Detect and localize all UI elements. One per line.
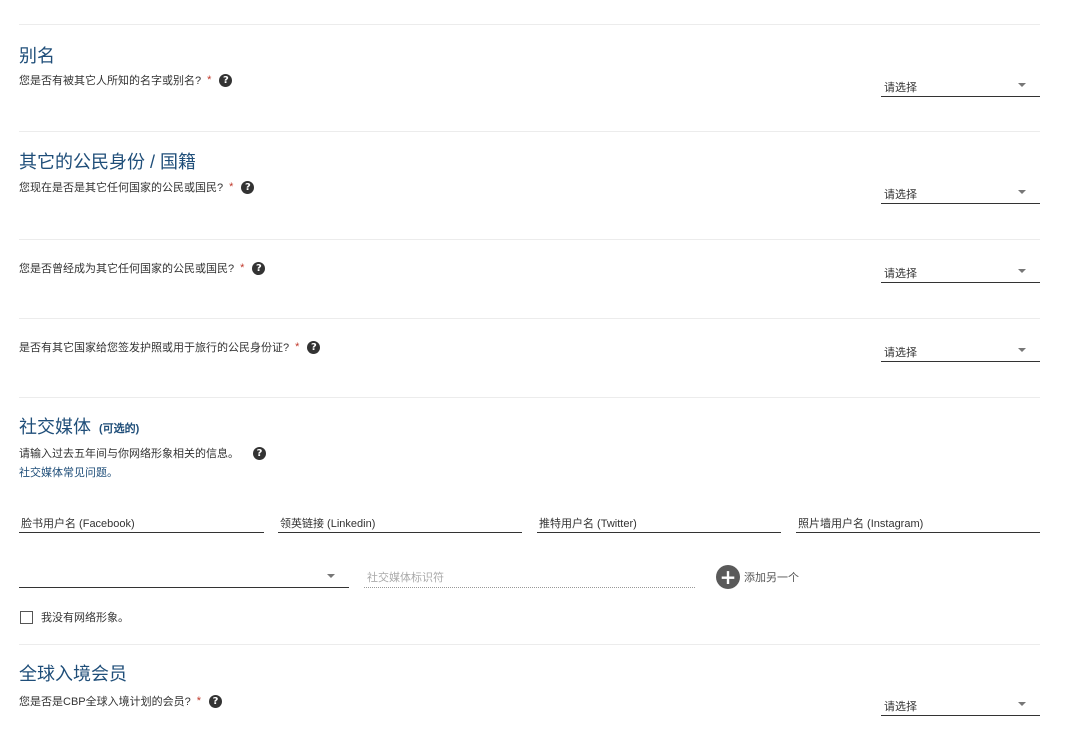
field-label: 脸书用户名 (Facebook) <box>21 518 135 530</box>
help-icon[interactable]: ? <box>219 73 233 87</box>
select-passport[interactable]: 请选择 <box>881 340 1040 362</box>
question-passport: 是否有其它国家给您签发护照或用于旅行的公民身份证? * ? <box>19 339 321 355</box>
divider-q3 <box>19 397 1040 398</box>
social-media-description: 请输入过去五年间与你网络形象相关的信息。 ? <box>19 445 266 461</box>
divider-aliases <box>19 131 1040 132</box>
no-online-presence-row: 我没有网络形象。 <box>20 609 129 625</box>
help-icon[interactable]: ? <box>241 180 255 194</box>
identifier-placeholder: 社交媒体标识符 <box>367 572 444 584</box>
question-text: 您是否曾经成为其它任何国家的公民或国民? <box>19 263 235 275</box>
section-title-text: 社交媒体 <box>19 417 91 437</box>
question-former-citizen: 您是否曾经成为其它任何国家的公民或国民? * ? <box>19 260 266 276</box>
caret-down-icon <box>327 574 335 578</box>
divider-top <box>19 24 1040 25</box>
field-label: 领英链接 (Linkedin) <box>280 518 376 530</box>
help-icon[interactable]: ? <box>253 446 266 460</box>
plus-circle-icon: + <box>716 565 740 589</box>
required-mark: * <box>196 695 202 707</box>
section-title-global-entry: 全球入境会员 <box>19 664 127 684</box>
select-value: 请选择 <box>884 268 917 280</box>
help-icon[interactable]: ? <box>209 694 223 708</box>
required-mark: * <box>207 74 212 86</box>
divider-social <box>19 644 1040 645</box>
section-title-citizenship: 其它的公民身份 / 国籍 <box>19 152 197 172</box>
required-mark: * <box>229 181 234 193</box>
add-another-button[interactable]: + 添加另一个 <box>716 565 799 589</box>
select-global-entry[interactable]: 请选择 <box>881 694 1040 716</box>
add-another-label: 添加另一个 <box>744 572 799 584</box>
section-title-aliases: 别名 <box>19 46 55 66</box>
question-current-citizen: 您现在是否是其它任何国家的公民或国民? * ? <box>19 179 255 195</box>
select-former-citizen[interactable]: 请选择 <box>881 261 1040 283</box>
field-label: 照片墙用户名 (Instagram) <box>798 518 924 530</box>
question-text: 您现在是否是其它任何国家的公民或国民? <box>19 182 224 194</box>
question-text: 您是否有被其它人所知的名字或别名? <box>19 75 202 87</box>
caret-down-icon <box>1018 83 1026 87</box>
help-icon[interactable]: ? <box>307 340 321 354</box>
twitter-field[interactable]: 推特用户名 (Twitter) <box>537 511 781 533</box>
required-mark: * <box>295 341 300 353</box>
social-media-identifier-input[interactable]: 社交媒体标识符 <box>364 566 695 588</box>
caret-down-icon <box>1018 348 1026 352</box>
caret-down-icon <box>1018 702 1026 706</box>
caret-down-icon <box>1018 269 1026 273</box>
question-text: 您是否是CBP全球入境计划的会员? <box>19 696 191 708</box>
section-title-social-media: 社交媒体 (可选的) <box>19 413 139 439</box>
facebook-field[interactable]: 脸书用户名 (Facebook) <box>19 511 264 533</box>
caret-down-icon <box>1018 190 1026 194</box>
divider-q2 <box>19 318 1040 319</box>
checkbox-label: 我没有网络形象。 <box>41 612 129 624</box>
required-mark: * <box>240 262 245 274</box>
question-global-entry: 您是否是CBP全球入境计划的会员? * ? <box>19 693 223 709</box>
select-value: 请选择 <box>884 82 917 94</box>
social-platform-select[interactable] <box>19 566 349 588</box>
linkedin-field[interactable]: 领英链接 (Linkedin) <box>278 511 522 533</box>
question-aliases: 您是否有被其它人所知的名字或别名? * ? <box>19 72 233 88</box>
select-value: 请选择 <box>884 701 917 713</box>
select-current-citizen[interactable]: 请选择 <box>881 182 1040 204</box>
select-value: 请选择 <box>884 347 917 359</box>
question-text: 是否有其它国家给您签发护照或用于旅行的公民身份证? <box>19 342 290 354</box>
no-online-presence-checkbox[interactable] <box>20 610 33 624</box>
divider-q1 <box>19 239 1040 240</box>
optional-label: (可选的) <box>99 423 140 436</box>
select-value: 请选择 <box>884 189 917 201</box>
help-icon[interactable]: ? <box>252 261 266 275</box>
select-aliases[interactable]: 请选择 <box>881 75 1040 97</box>
description-text: 请输入过去五年间与你网络形象相关的信息。 <box>19 448 239 460</box>
field-label: 推特用户名 (Twitter) <box>539 518 637 530</box>
instagram-field[interactable]: 照片墙用户名 (Instagram) <box>796 511 1040 533</box>
social-media-faq-link[interactable]: 社交媒体常见问题。 <box>19 464 118 480</box>
